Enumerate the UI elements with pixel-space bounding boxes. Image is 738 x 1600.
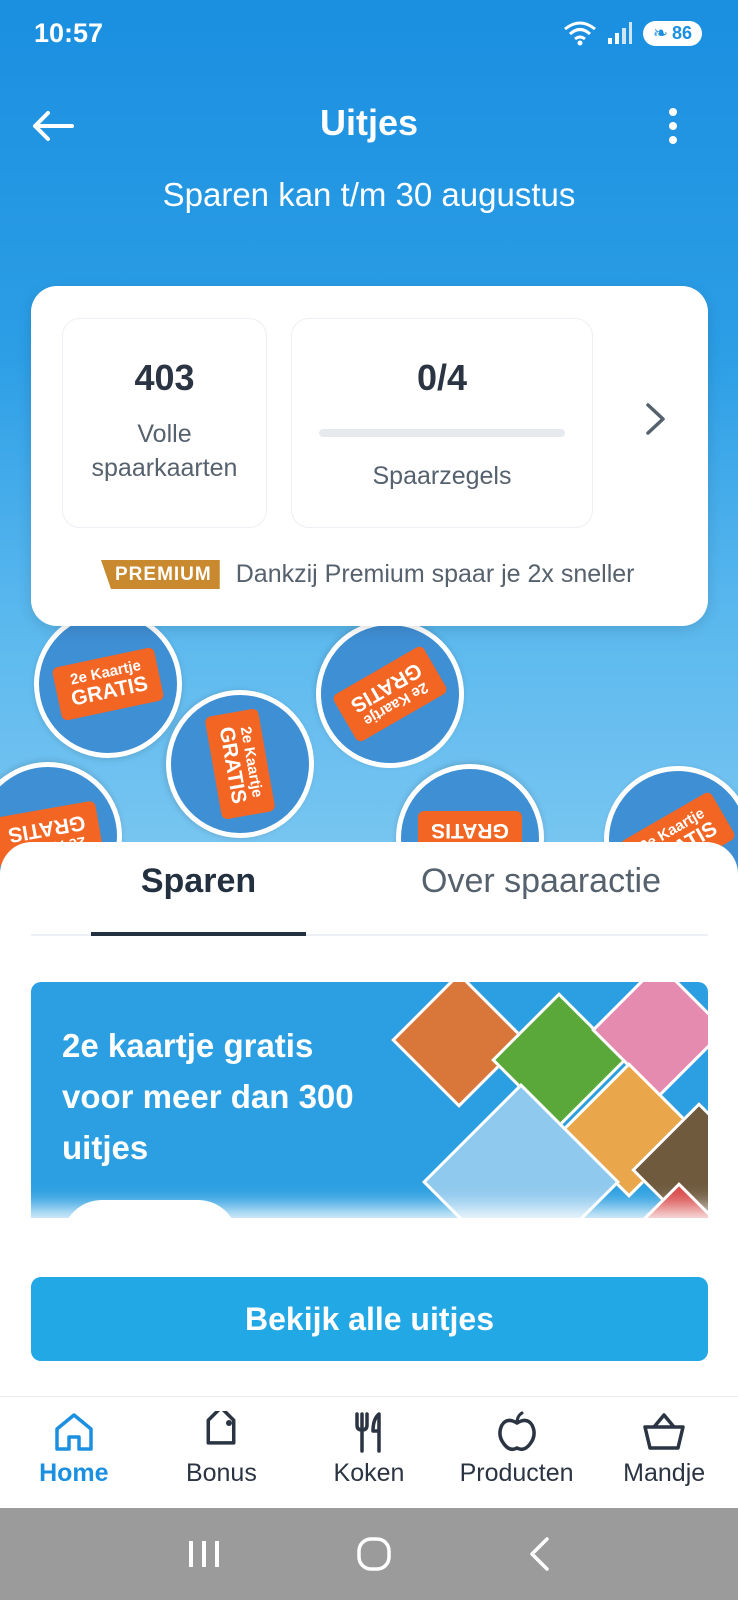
nav-label: Home: [39, 1459, 109, 1487]
nav-koken[interactable]: Koken: [295, 1397, 443, 1508]
full-cards-label-1: Volle: [137, 420, 192, 448]
promo-headline-line: uitjes: [62, 1129, 149, 1166]
nav-label: Producten: [459, 1459, 574, 1487]
signal-icon: [607, 22, 632, 44]
top-app-bar: Uitjes: [0, 90, 738, 160]
wifi-icon: [563, 21, 596, 46]
page-title: Uitjes: [319, 102, 419, 143]
system-navigation-bar: [0, 1508, 738, 1600]
nav-bonus[interactable]: Bonus: [148, 1397, 296, 1508]
full-cards-count: 403: [134, 357, 195, 398]
nav-label: Bonus: [185, 1459, 257, 1487]
more-vert-icon: [669, 108, 677, 116]
nav-home[interactable]: Home: [0, 1397, 148, 1508]
stamps-progress-bar: [319, 429, 565, 437]
home-icon: [55, 1413, 93, 1451]
premium-text: Dankzij Premium spaar je 2x sneller: [235, 560, 635, 588]
savings-details-button[interactable]: [638, 394, 674, 444]
premium-badge: PREMIUM: [101, 560, 220, 589]
tab-sparen[interactable]: Sparen: [91, 862, 306, 901]
status-icons: ❧ 86: [563, 20, 702, 46]
tab-over-spaaractie[interactable]: Over spaaractie: [421, 862, 661, 901]
nav-label: Koken: [333, 1459, 405, 1487]
tab-bar: Sparen Over spaaractie: [31, 842, 708, 936]
battery-indicator: ❧ 86: [642, 20, 702, 46]
nav-mandje[interactable]: Mandje: [590, 1397, 738, 1508]
battery-level: 86: [671, 22, 692, 43]
bottom-navigation: Home Bonus Koken Producten Mandje: [0, 1396, 738, 1508]
tab-indicator: [91, 932, 306, 936]
basket-icon: [643, 1413, 685, 1450]
nav-producten[interactable]: Producten: [443, 1397, 591, 1508]
attractions-collage-image: [391, 982, 708, 1242]
tag-icon: [206, 1411, 236, 1445]
promo-banner[interactable]: 2e kaartje gratis voor meer dan 300 uitj…: [31, 982, 708, 1242]
home-circle-icon[interactable]: [356, 1536, 392, 1572]
savings-period: Sparen kan t/m 30 augustus: [162, 176, 576, 213]
view-all-outings-button[interactable]: Bekijk alle uitjes: [31, 1277, 708, 1361]
promo-headline-line: 2e kaartje gratis: [62, 1027, 314, 1064]
cutlery-icon: [355, 1412, 381, 1453]
stamp-image: 2e KaartjeGRATIS: [154, 678, 326, 850]
stamps-label: Spaarzegels: [372, 462, 512, 490]
full-cards-box: 403 Volle spaarkaarten: [62, 318, 267, 528]
system-back-icon[interactable]: [527, 1536, 551, 1572]
apple-icon: [497, 1411, 536, 1452]
stamps-count: 0/4: [416, 357, 468, 398]
recent-apps-icon[interactable]: [187, 1539, 221, 1569]
savings-card[interactable]: 403 Volle spaarkaarten 0/4 Spaarzegels P…: [31, 286, 708, 626]
leaf-icon: ❧: [652, 22, 668, 43]
more-options-button[interactable]: [658, 104, 688, 148]
status-bar: 10:57 ❧ 86: [0, 0, 738, 70]
stamps-box: 0/4 Spaarzegels: [291, 318, 593, 528]
promo-headline: 2e kaartje gratis voor meer dan 300 uitj…: [62, 1020, 392, 1173]
full-cards-label-2: spaarkaarten: [91, 454, 238, 482]
chevron-right-icon: [646, 403, 665, 435]
promo-headline-line: voor meer dan 300: [62, 1078, 354, 1115]
status-time: 10:57: [34, 18, 104, 48]
nav-label: Mandje: [623, 1459, 706, 1487]
premium-row: PREMIUM Dankzij Premium spaar je 2x snel…: [101, 560, 635, 589]
